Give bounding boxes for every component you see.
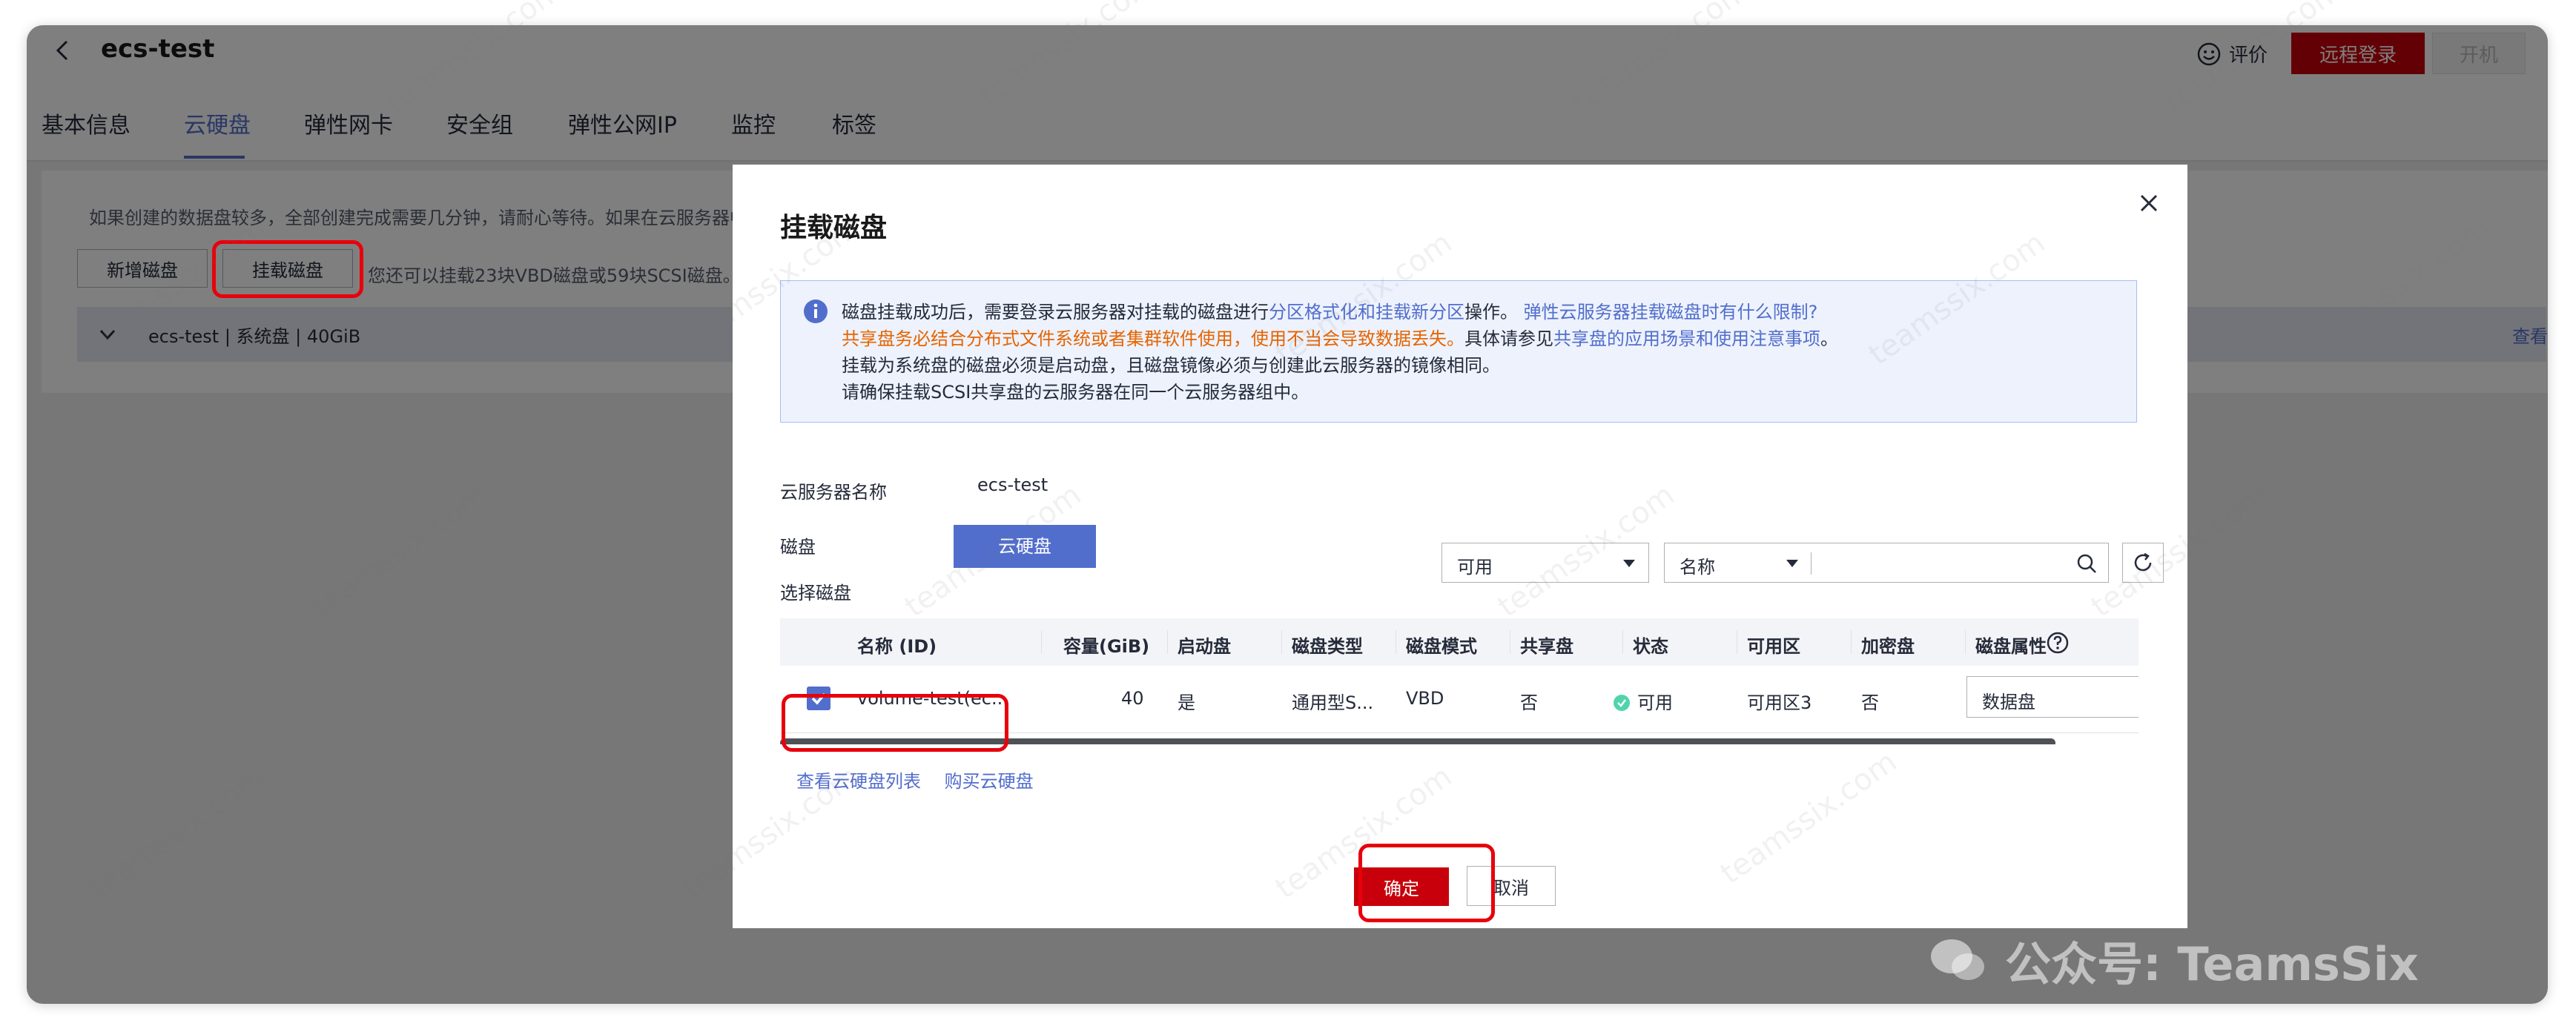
help-icon[interactable] bbox=[2047, 632, 2069, 654]
shared-disk-warning: 共享盘务必结合分布式文件系统或者集群软件使用，使用不当会导致数据丢失。 bbox=[842, 328, 1464, 349]
check-icon bbox=[811, 692, 826, 705]
info-icon bbox=[804, 300, 828, 323]
format-partition-link[interactable]: 分区格式化和挂载新分区 bbox=[1269, 302, 1464, 322]
select-disk-label: 选择磁盘 bbox=[780, 583, 851, 603]
table-header: 名称 (ID) 容量(GiB) 启动盘 磁盘类型 磁盘模式 共享盘 状态 可用区… bbox=[780, 618, 2139, 666]
col-bootable: 启动盘 bbox=[1178, 636, 1231, 657]
col-attribute: 磁盘属性 bbox=[1975, 636, 2047, 657]
cloud-disk-tag[interactable]: 云硬盘 bbox=[954, 525, 1096, 568]
server-name-value: ecs-test bbox=[977, 474, 1048, 495]
disk-bootable: 是 bbox=[1178, 692, 1195, 713]
refresh-button[interactable] bbox=[2122, 543, 2164, 583]
table-row[interactable]: volume-test(ec... 40 是 通用型S... VBD 否 可用 … bbox=[780, 666, 2139, 733]
col-shared: 共享盘 bbox=[1520, 636, 1573, 657]
cancel-button[interactable]: 取消 bbox=[1467, 866, 1556, 906]
alert-line-4: 请确保挂载SCSI共享盘的云服务器在同一个云服务器组中。 bbox=[842, 382, 1310, 403]
alert-line-1: 磁盘挂载成功后，需要登录云服务器对挂载的磁盘进行分区格式化和挂载新分区操作。 弹… bbox=[842, 297, 1817, 323]
disk-mode: VBD bbox=[1406, 688, 1444, 709]
alert-line-3: 挂载为系统盘的磁盘必须是启动盘，且磁盘镜像必须与创建此云服务器的镜像相同。 bbox=[842, 355, 1500, 376]
view-disk-list-link[interactable]: 查看云硬盘列表 bbox=[796, 771, 921, 792]
caret-down-icon bbox=[1786, 560, 1798, 567]
disk-attribute-value: 数据盘 bbox=[1982, 692, 2035, 712]
col-encrypted: 加密盘 bbox=[1861, 636, 1915, 657]
disk-capacity: 40 bbox=[1121, 688, 1144, 709]
shared-disk-usage-link[interactable]: 共享盘的应用场景和使用注意事项 bbox=[1553, 328, 1820, 349]
disk-zone: 可用区3 bbox=[1747, 692, 1812, 713]
row-checkbox[interactable] bbox=[807, 687, 830, 710]
disk-status-label: 可用 bbox=[1637, 692, 1673, 713]
info-alert: 磁盘挂载成功后，需要登录云服务器对挂载的磁盘进行分区格式化和挂载新分区操作。 弹… bbox=[780, 280, 2137, 423]
search-icon[interactable] bbox=[2075, 552, 2098, 575]
col-zone: 可用区 bbox=[1747, 636, 1800, 657]
buy-disk-link[interactable]: 购买云硬盘 bbox=[945, 771, 1034, 792]
column-divider bbox=[1281, 630, 1282, 654]
dialog-title: 挂载磁盘 bbox=[780, 213, 888, 243]
status-filter-value: 可用 bbox=[1457, 557, 1493, 578]
col-status: 状态 bbox=[1633, 636, 1668, 657]
col-capacity: 容量(GiB) bbox=[1063, 636, 1150, 657]
footer-links: 查看云硬盘列表 购买云硬盘 bbox=[796, 767, 1051, 793]
status-filter-select[interactable]: 可用 bbox=[1441, 543, 1649, 583]
column-divider bbox=[1851, 630, 1852, 654]
alert-text: 具体请参见 bbox=[1464, 328, 1553, 349]
alert-line-2: 共享盘务必结合分布式文件系统或者集群软件使用，使用不当会导致数据丢失。具体请参见… bbox=[842, 324, 1838, 350]
col-name: 名称 (ID) bbox=[857, 636, 937, 657]
check-circle-icon bbox=[1614, 695, 1630, 711]
column-divider bbox=[1622, 630, 1623, 654]
column-divider bbox=[1041, 630, 1042, 654]
field-filter-value: 名称 bbox=[1680, 557, 1715, 578]
caret-down-icon bbox=[1623, 560, 1635, 567]
col-mode: 磁盘模式 bbox=[1406, 636, 1477, 657]
column-divider bbox=[1167, 630, 1168, 654]
col-type: 磁盘类型 bbox=[1292, 636, 1363, 657]
disk-table: 名称 (ID) 容量(GiB) 启动盘 磁盘类型 磁盘模式 共享盘 状态 可用区… bbox=[780, 618, 2139, 744]
alert-text: 磁盘挂载成功后，需要登录云服务器对挂载的磁盘进行 bbox=[842, 302, 1269, 322]
search-input[interactable] bbox=[1811, 543, 2109, 583]
disk-name: volume-test(ec... bbox=[857, 688, 1008, 709]
disk-attribute-select[interactable]: 数据盘 bbox=[1966, 676, 2139, 718]
alert-text: 。 bbox=[1820, 328, 1838, 349]
attach-limit-link[interactable]: 弹性云服务器挂载磁盘时有什么限制? bbox=[1524, 302, 1818, 322]
console-window: ecs-test 评价 远程登录 开机 基本信息 云硬盘 弹性网卡 安全组 弹性… bbox=[27, 25, 2548, 1004]
confirm-button[interactable]: 确定 bbox=[1354, 867, 1449, 906]
disk-status: 可用 bbox=[1614, 688, 1673, 714]
alert-text: 操作。 bbox=[1464, 302, 1518, 322]
field-filter-select[interactable]: 名称 bbox=[1664, 543, 1812, 583]
disk-type: 通用型S... bbox=[1292, 692, 1374, 713]
disk-label: 磁盘 bbox=[780, 537, 816, 558]
disk-shared: 否 bbox=[1520, 692, 1538, 713]
server-name-label: 云服务器名称 bbox=[780, 482, 887, 503]
horizontal-scrollbar[interactable] bbox=[780, 738, 2055, 744]
column-divider bbox=[1965, 630, 1966, 654]
disk-encrypted: 否 bbox=[1861, 692, 1879, 713]
close-icon[interactable] bbox=[2136, 190, 2162, 216]
attach-disk-dialog: 挂载磁盘 磁盘挂载成功后，需要登录云服务器对挂载的磁盘进行分区格式化和挂载新分区… bbox=[733, 165, 2187, 928]
refresh-icon bbox=[2134, 552, 2152, 572]
input-divider bbox=[1811, 552, 1812, 575]
